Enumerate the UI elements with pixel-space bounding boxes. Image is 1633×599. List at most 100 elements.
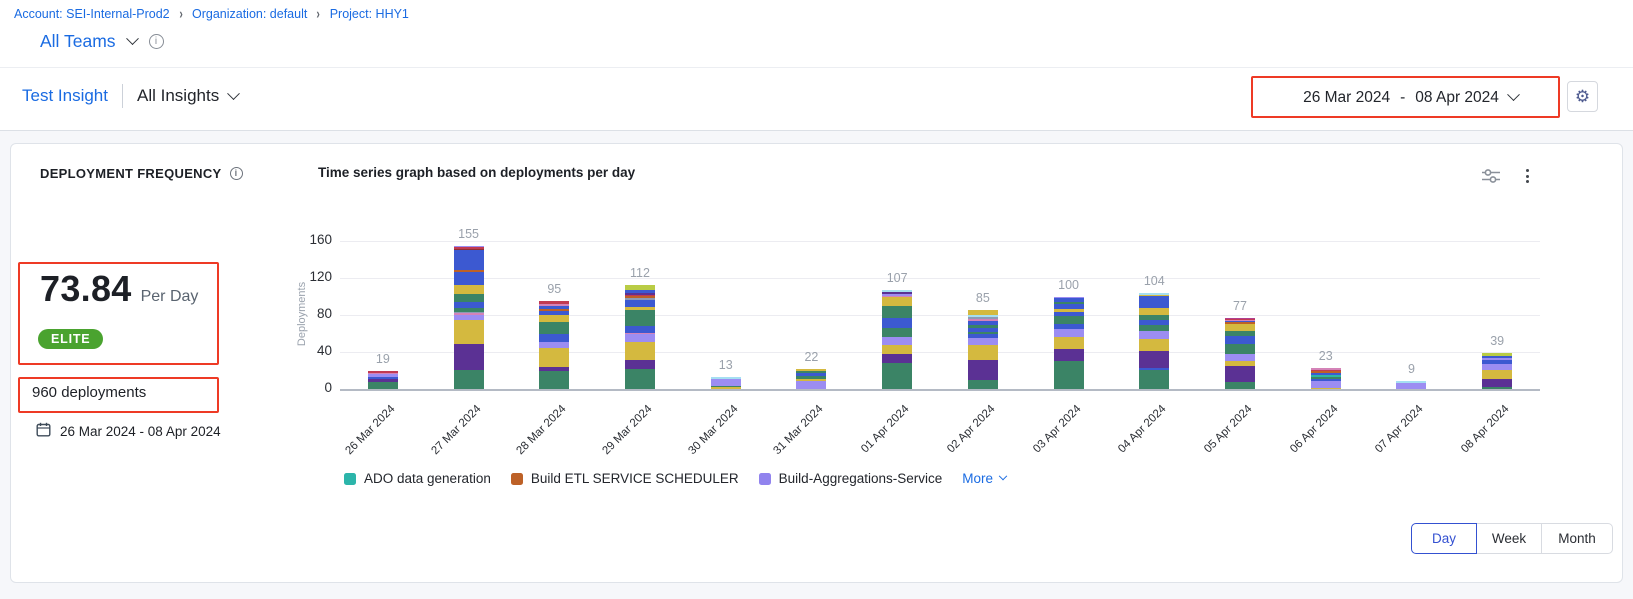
widget-title: DEPLOYMENT FREQUENCY — [40, 166, 222, 181]
bar-segment — [539, 371, 569, 389]
breadcrumb-project-link[interactable]: Project: HHY1 — [330, 7, 409, 21]
legend-label: Build ETL SERVICE SCHEDULER — [531, 471, 739, 486]
chart-title: Time series graph based on deployments p… — [318, 165, 635, 180]
bar-31-mar-2024[interactable] — [796, 369, 826, 389]
bar-05-apr-2024[interactable] — [1225, 318, 1255, 389]
bar-01-apr-2024[interactable] — [882, 290, 912, 389]
bar-segment — [882, 363, 912, 389]
granularity-day-button[interactable]: Day — [1411, 523, 1477, 554]
metric-value: 73.84 — [40, 268, 132, 310]
date-range-start: 26 Mar 2024 — [1303, 89, 1390, 107]
bar-08-apr-2024[interactable] — [1482, 353, 1512, 389]
bar-segment — [539, 348, 569, 367]
calendar-icon — [36, 422, 51, 440]
bar-segment — [368, 382, 398, 389]
team-selector[interactable]: All Teams — [40, 31, 164, 52]
bar-segment — [796, 381, 826, 389]
bar-26-mar-2024[interactable] — [368, 371, 398, 389]
metric-row: 73.84 Per Day — [40, 268, 198, 310]
header-divider — [0, 67, 1633, 68]
insight-name-link[interactable]: Test Insight — [22, 86, 108, 106]
granularity-month-button[interactable]: Month — [1541, 523, 1613, 554]
team-info-icon[interactable] — [149, 34, 164, 49]
bar-segment — [1225, 336, 1255, 343]
bar-segment — [454, 294, 484, 302]
chevron-down-icon — [1507, 88, 1520, 101]
legend-swatch-icon — [511, 473, 523, 485]
granularity-toggle: DayWeekMonth — [1411, 523, 1613, 554]
bar-segment — [882, 297, 912, 305]
bar-segment — [1054, 337, 1084, 349]
bar-segment — [1482, 387, 1512, 389]
bar-segment — [1139, 331, 1169, 339]
settings-button[interactable]: ⚙ — [1567, 81, 1598, 112]
legend-swatch-icon — [344, 473, 356, 485]
insight-scope-label: All Insights — [137, 86, 219, 106]
bar-segment — [882, 345, 912, 353]
legend-item[interactable]: ADO data generation — [344, 471, 491, 486]
bar-segment — [539, 315, 569, 322]
bar-segment — [1225, 344, 1255, 354]
bar-segment — [454, 285, 484, 293]
widget-info-icon[interactable] — [230, 167, 243, 180]
bar-segment — [1139, 308, 1169, 315]
chevron-down-icon[interactable] — [126, 32, 139, 45]
bar-segment — [968, 345, 998, 360]
bar-segment — [625, 342, 655, 361]
bar-segment — [625, 360, 655, 368]
bar-29-mar-2024[interactable] — [625, 285, 655, 389]
team-selector-label[interactable]: All Teams — [40, 31, 116, 52]
legend-swatch-icon — [759, 473, 771, 485]
breadcrumb-separator-icon: › — [317, 5, 320, 22]
bar-02-apr-2024[interactable] — [968, 310, 998, 389]
breadcrumb: Account: SEI-Internal-Prod2 › Organizati… — [14, 6, 409, 21]
bar-segment — [1396, 383, 1426, 389]
bar-segment — [882, 306, 912, 318]
bar-segment — [968, 338, 998, 345]
bar-segment — [882, 318, 912, 328]
bar-segment — [539, 322, 569, 334]
bar-07-apr-2024[interactable] — [1396, 381, 1426, 389]
bar-03-apr-2024[interactable] — [1054, 297, 1084, 390]
filter-sliders-icon[interactable] — [1480, 168, 1502, 189]
legend-more-label: More — [962, 471, 993, 486]
bar-segment — [454, 250, 484, 269]
bar-30-mar-2024[interactable] — [711, 377, 741, 389]
bar-segment — [1054, 361, 1084, 389]
bar-04-apr-2024[interactable] — [1139, 293, 1169, 389]
breadcrumb-organization-link[interactable]: Organization: default — [192, 7, 307, 21]
bar-segment — [454, 272, 484, 286]
date-range-picker[interactable]: 26 Mar 2024 - 08 Apr 2024 — [1263, 78, 1558, 117]
bar-segment — [711, 379, 741, 386]
more-options-kebab-icon[interactable] — [1520, 166, 1534, 186]
bar-segment — [968, 380, 998, 389]
bar-segment — [1225, 354, 1255, 361]
legend-more-link[interactable]: More — [962, 471, 1006, 486]
divider — [122, 84, 123, 108]
bar-segment — [711, 387, 741, 389]
insight-scope-dropdown[interactable]: All Insights — [137, 86, 238, 106]
legend-item[interactable]: Build ETL SERVICE SCHEDULER — [511, 471, 739, 486]
granularity-week-button[interactable]: Week — [1476, 523, 1542, 554]
bar-segment — [1482, 379, 1512, 387]
bar-segment — [625, 369, 655, 389]
bar-06-apr-2024[interactable] — [1311, 368, 1341, 389]
bar-segment — [882, 354, 912, 363]
bar-segment — [1225, 366, 1255, 382]
bar-28-mar-2024[interactable] — [539, 301, 569, 389]
widget-title-row: DEPLOYMENT FREQUENCY — [40, 166, 243, 181]
widget-date-range-label: 26 Mar 2024 - 08 Apr 2024 — [60, 424, 221, 439]
deployment-frequency-widget — [10, 143, 1623, 583]
bar-segment — [882, 337, 912, 345]
bar-segment — [1139, 296, 1169, 307]
bar-segment — [454, 344, 484, 371]
metric-unit: Per Day — [141, 288, 199, 306]
legend-item[interactable]: Build-Aggregations-Service — [759, 471, 943, 486]
insight-header: Test Insight All Insights — [22, 84, 238, 108]
bar-segment — [625, 310, 655, 326]
bar-27-mar-2024[interactable] — [454, 246, 484, 389]
legend-label: ADO data generation — [364, 471, 491, 486]
widget-date-range: 26 Mar 2024 - 08 Apr 2024 — [36, 422, 221, 440]
legend-label: Build-Aggregations-Service — [779, 471, 943, 486]
breadcrumb-account-link[interactable]: Account: SEI-Internal-Prod2 — [14, 7, 170, 21]
